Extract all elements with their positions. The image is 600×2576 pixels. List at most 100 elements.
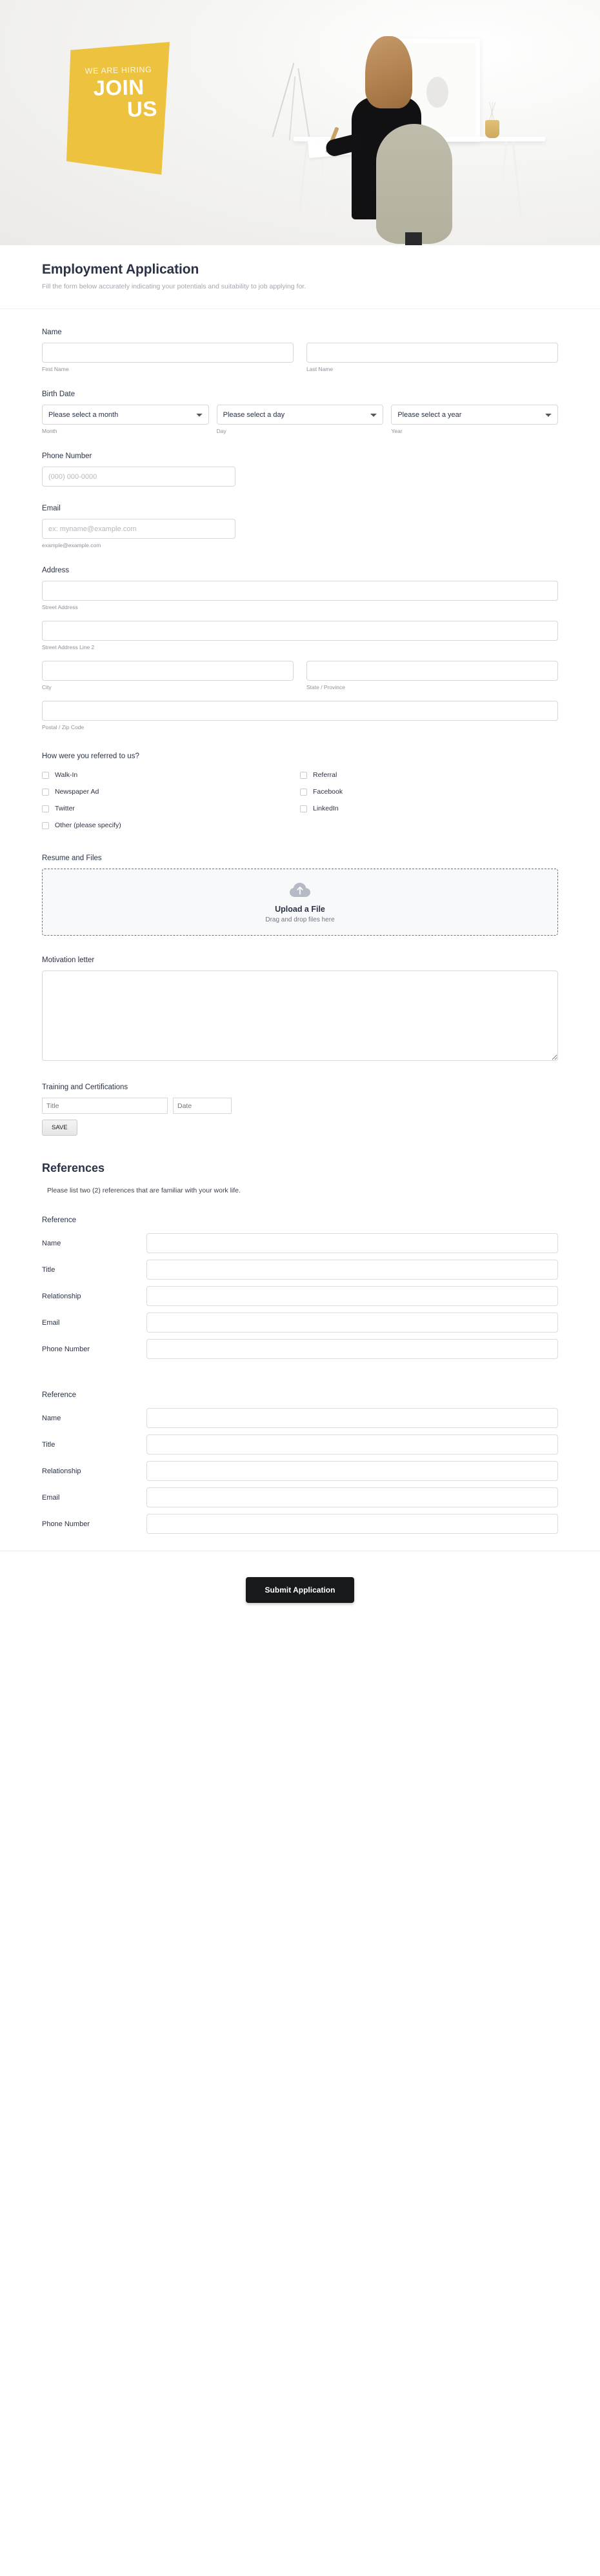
- email-field-group: Email example@example.com: [42, 505, 558, 548]
- checkbox-walk-in[interactable]: Walk-In: [42, 767, 300, 783]
- email-hint: example@example.com: [42, 542, 101, 548]
- reference-relationship-label: Relationship: [42, 1467, 81, 1475]
- reference-row-phone: Phone Number: [42, 1514, 558, 1534]
- reference-group-label: Reference: [42, 1391, 77, 1399]
- first-name-sublabel: First Name: [42, 366, 69, 372]
- email-input[interactable]: [42, 519, 235, 539]
- reference-2-phone-input[interactable]: [146, 1514, 558, 1534]
- address-label: Address: [42, 567, 70, 574]
- checkbox-icon[interactable]: [42, 788, 49, 796]
- training-title-input[interactable]: [42, 1098, 168, 1114]
- reference-group-label: Reference: [42, 1216, 77, 1224]
- reference-name-label: Name: [42, 1239, 61, 1247]
- referral-left-column: Walk-In Newspaper Ad Twitter Other (plea…: [42, 767, 300, 834]
- phone-field-group: Phone Number: [42, 452, 558, 487]
- postal-code-sublabel: Postal / Zip Code: [42, 724, 85, 730]
- upload-subtitle: Drag and drop files here: [265, 916, 335, 923]
- reference-2-email-input[interactable]: [146, 1487, 558, 1507]
- submit-application-button[interactable]: Submit Application: [245, 1577, 355, 1603]
- banner-tagline: WE ARE HIRING: [85, 65, 152, 76]
- checkbox-icon[interactable]: [300, 771, 307, 779]
- form-sheet: Employment Application Fill the form bel…: [0, 245, 600, 1639]
- checkbox-linkedin[interactable]: LinkedIn: [300, 800, 558, 817]
- birth-day-sublabel: Day: [216, 428, 226, 434]
- address-field-group: Address Street Address Street Address Li…: [42, 567, 558, 730]
- references-note: Please list two (2) references that are …: [47, 1187, 241, 1194]
- referral-label: How were you referred to us?: [42, 752, 139, 760]
- page-title: Employment Application: [42, 262, 199, 277]
- reference-2-relationship-input[interactable]: [146, 1461, 558, 1481]
- motivation-label: Motivation letter: [42, 956, 95, 964]
- reference-name-label: Name: [42, 1414, 61, 1422]
- checkbox-icon[interactable]: [300, 805, 307, 812]
- reference-1-name-input[interactable]: [146, 1233, 558, 1253]
- state-province-sublabel: State / Province: [306, 684, 346, 690]
- person-head: [365, 36, 412, 108]
- last-name-wrapper: Last Name: [306, 343, 558, 372]
- street-address-2-input[interactable]: [42, 621, 558, 641]
- reference-1-email-input[interactable]: [146, 1313, 558, 1333]
- reference-row-email: Email: [42, 1487, 558, 1507]
- birth-day-select[interactable]: Please select a day: [216, 405, 384, 425]
- checkbox-icon[interactable]: [42, 771, 49, 779]
- desk-vase: [485, 120, 499, 138]
- state-province-input[interactable]: [306, 661, 558, 681]
- reference-1-title-input[interactable]: [146, 1260, 558, 1280]
- reference-row-title: Title: [42, 1260, 558, 1280]
- birth-month-select[interactable]: Please select a month: [42, 405, 209, 425]
- checkbox-label: Twitter: [55, 805, 75, 812]
- city-input[interactable]: [42, 661, 294, 681]
- training-date-input[interactable]: [173, 1098, 232, 1114]
- reference-email-label: Email: [42, 1493, 60, 1502]
- save-button[interactable]: SAVE: [42, 1120, 77, 1136]
- street-address-input[interactable]: [42, 581, 558, 601]
- name-inputs-row: First Name Last Name: [42, 343, 558, 372]
- frame-artwork: [426, 77, 448, 108]
- office-chair: [376, 124, 452, 244]
- reference-2-name-input[interactable]: [146, 1408, 558, 1428]
- reference-phone-label: Phone Number: [42, 1345, 90, 1353]
- referral-field-group: How were you referred to us? Walk-In New…: [42, 752, 558, 834]
- cloud-upload-icon: [289, 881, 311, 898]
- first-name-wrapper: First Name: [42, 343, 294, 372]
- reference-1-relationship-input[interactable]: [146, 1286, 558, 1306]
- file-upload-dropzone[interactable]: Upload a File Drag and drop files here: [42, 869, 558, 936]
- checkbox-referral[interactable]: Referral: [300, 767, 558, 783]
- reference-row-relationship: Relationship: [42, 1461, 558, 1481]
- phone-label: Phone Number: [42, 452, 92, 460]
- motivation-textarea[interactable]: [42, 971, 558, 1061]
- checkbox-icon[interactable]: [42, 805, 49, 812]
- last-name-input[interactable]: [306, 343, 558, 363]
- checkbox-twitter[interactable]: Twitter: [42, 800, 300, 817]
- reference-title-label: Title: [42, 1265, 55, 1274]
- street-address-2-wrapper: Street Address Line 2: [42, 621, 558, 650]
- reference-2-title-input[interactable]: [146, 1434, 558, 1454]
- reference-phone-label: Phone Number: [42, 1520, 90, 1528]
- reference-row-name: Name: [42, 1408, 558, 1428]
- chair-base: [405, 232, 422, 245]
- banner-headline-2: US: [126, 96, 158, 121]
- reference-1-phone-input[interactable]: [146, 1339, 558, 1359]
- birth-month-wrapper: Please select a month Month: [42, 405, 209, 434]
- checkbox-icon[interactable]: [300, 788, 307, 796]
- checkbox-facebook[interactable]: Facebook: [300, 783, 558, 800]
- first-name-input[interactable]: [42, 343, 294, 363]
- street-address-sublabel: Street Address: [42, 604, 78, 610]
- name-field-group: Name First Name Last Name: [42, 328, 558, 372]
- reference-title-label: Title: [42, 1440, 55, 1449]
- birth-year-select[interactable]: Please select a year: [391, 405, 559, 425]
- reference-row-relationship: Relationship: [42, 1286, 558, 1306]
- postal-code-input[interactable]: [42, 701, 558, 721]
- checkbox-label: Other (please specify): [55, 821, 121, 829]
- references-section: References Please list two (2) reference…: [42, 1162, 558, 1534]
- birth-date-label: Birth Date: [42, 390, 75, 398]
- checkbox-other[interactable]: Other (please specify): [42, 817, 300, 834]
- birth-year-sublabel: Year: [391, 428, 403, 434]
- checkbox-icon[interactable]: [42, 821, 49, 829]
- checkbox-label: Walk-In: [55, 771, 78, 779]
- hiring-sign-text: WE ARE HIRING JOIN US: [70, 50, 169, 175]
- checkbox-newspaper-ad[interactable]: Newspaper Ad: [42, 783, 300, 800]
- resume-label: Resume and Files: [42, 854, 102, 862]
- state-wrapper: State / Province: [306, 661, 558, 690]
- phone-input[interactable]: [42, 467, 235, 487]
